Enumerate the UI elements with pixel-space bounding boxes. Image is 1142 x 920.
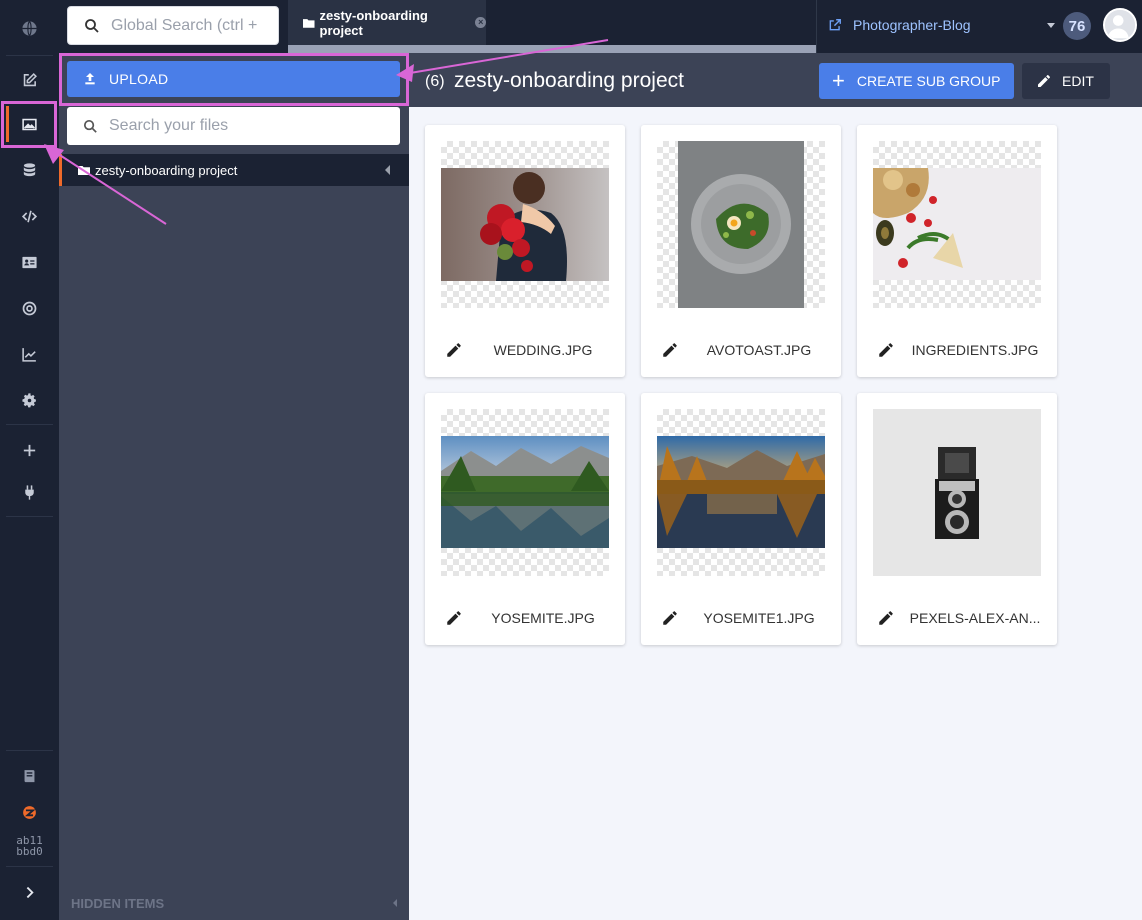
folder-icon bbox=[303, 18, 315, 28]
tab-label: zesty-onboarding project bbox=[319, 7, 428, 38]
file-thumbnail[interactable] bbox=[657, 409, 825, 576]
media-panel: UPLOAD zesty-onboarding project HIDDEN I… bbox=[59, 0, 409, 920]
expand-icon[interactable] bbox=[0, 872, 59, 912]
notification-badge[interactable]: 76 bbox=[1063, 12, 1091, 40]
file-thumbnail[interactable] bbox=[873, 141, 1041, 308]
ingredients-image bbox=[873, 168, 1041, 280]
tab-project[interactable]: zesty-onboarding project × bbox=[288, 0, 486, 45]
tab-underline bbox=[288, 45, 816, 53]
database-icon[interactable] bbox=[0, 150, 59, 190]
chevron-down-icon[interactable] bbox=[1047, 23, 1055, 28]
file-thumbnail[interactable] bbox=[441, 141, 609, 308]
global-search[interactable] bbox=[67, 6, 279, 45]
edit-label: EDIT bbox=[1062, 73, 1094, 89]
file-card[interactable]: PEXELS-ALEX-AN... bbox=[857, 393, 1057, 645]
file-thumbnail[interactable] bbox=[657, 141, 825, 308]
file-name: INGREDIENTS.JPG bbox=[911, 342, 1039, 358]
seo-target-icon[interactable] bbox=[0, 288, 59, 328]
analytics-icon[interactable] bbox=[0, 334, 59, 374]
site-link[interactable]: Photographer-Blog bbox=[828, 17, 971, 33]
external-link-icon bbox=[829, 19, 841, 31]
global-search-input[interactable] bbox=[111, 16, 261, 35]
build-hash-line2: bbd0 bbox=[16, 845, 43, 858]
content-header: (6) zesty-onboarding project + CREATE SU… bbox=[409, 53, 1142, 107]
edit-button[interactable]: EDIT bbox=[1022, 63, 1110, 99]
user-avatar-icon bbox=[1105, 10, 1135, 40]
file-search-input[interactable] bbox=[109, 117, 369, 135]
file-thumbnail[interactable] bbox=[873, 409, 1041, 576]
avatar[interactable] bbox=[1103, 8, 1137, 42]
yosemite-autumn-image bbox=[657, 436, 825, 548]
file-name: YOSEMITE.JPG bbox=[491, 610, 595, 626]
file-thumbnail[interactable] bbox=[441, 409, 609, 576]
collapse-caret-icon[interactable] bbox=[385, 165, 390, 175]
top-bar: zesty-onboarding project × Photographer-… bbox=[288, 0, 1142, 53]
globe-icon[interactable] bbox=[0, 8, 59, 48]
file-search[interactable] bbox=[67, 107, 400, 145]
annotation-highlight-media bbox=[1, 101, 57, 148]
file-card[interactable]: INGREDIENTS.JPG bbox=[857, 125, 1057, 377]
hidden-items-caret-icon[interactable] bbox=[393, 899, 397, 907]
plus-icon: + bbox=[832, 68, 845, 93]
docs-icon[interactable] bbox=[0, 756, 59, 796]
plugin-icon[interactable] bbox=[0, 472, 59, 512]
close-icon[interactable]: × bbox=[475, 17, 486, 28]
pencil-icon bbox=[1038, 75, 1050, 87]
hidden-items-label[interactable]: HIDDEN ITEMS bbox=[71, 896, 164, 911]
camera-image bbox=[873, 409, 1041, 576]
tree-item-label: zesty-onboarding project bbox=[95, 162, 238, 178]
avotoast-image bbox=[678, 141, 804, 308]
site-switcher[interactable]: Photographer-Blog 76 bbox=[816, 0, 1142, 53]
zesty-logo-icon[interactable] bbox=[0, 792, 59, 832]
file-count: (6) bbox=[425, 73, 445, 90]
folder-icon bbox=[78, 166, 90, 175]
file-card[interactable]: YOSEMITE1.JPG bbox=[641, 393, 841, 645]
add-icon[interactable] bbox=[0, 430, 59, 470]
create-sub-group-label: CREATE SUB GROUP bbox=[856, 73, 1001, 89]
wedding-image bbox=[441, 168, 609, 281]
search-icon bbox=[85, 18, 99, 33]
file-card[interactable]: YOSEMITE.JPG bbox=[425, 393, 625, 645]
create-sub-group-button[interactable]: + CREATE SUB GROUP bbox=[819, 63, 1014, 99]
yosemite-image bbox=[441, 436, 609, 548]
tree-item-project[interactable]: zesty-onboarding project bbox=[59, 154, 409, 186]
file-card[interactable]: AVOTOAST.JPG bbox=[641, 125, 841, 377]
site-name: Photographer-Blog bbox=[853, 17, 971, 33]
edit-content-icon[interactable] bbox=[0, 60, 59, 100]
leads-icon[interactable] bbox=[0, 242, 59, 282]
file-name: YOSEMITE1.JPG bbox=[703, 610, 815, 626]
file-name: AVOTOAST.JPG bbox=[706, 342, 812, 358]
settings-icon[interactable] bbox=[0, 380, 59, 420]
annotation-highlight-upload bbox=[59, 53, 409, 106]
file-name: PEXELS-ALEX-AN... bbox=[909, 610, 1041, 626]
search-icon bbox=[83, 119, 97, 133]
file-name: WEDDING.JPG bbox=[493, 342, 593, 358]
file-card[interactable]: WEDDING.JPG bbox=[425, 125, 625, 377]
page-title: zesty-onboarding project bbox=[454, 69, 684, 92]
code-icon[interactable] bbox=[0, 196, 59, 236]
